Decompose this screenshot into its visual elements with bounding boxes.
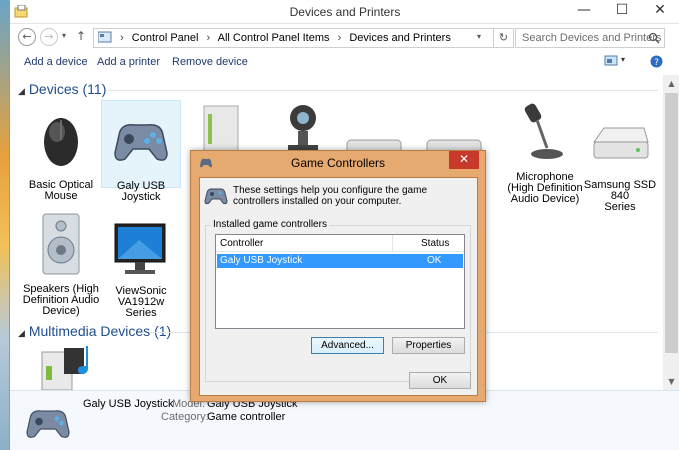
device-label: Series xyxy=(604,201,636,213)
expand-chevron-icon: ◢ xyxy=(18,86,25,96)
search-input[interactable]: Search Devices and Printers xyxy=(515,28,665,48)
device-viewsonic-monitor[interactable]: ViewSonic VA1912w Series xyxy=(101,220,181,319)
gamepad-icon xyxy=(114,123,168,161)
device-galy-usb-joystick[interactable]: Galy USB Joystick xyxy=(101,100,181,203)
search-placeholder: Search Devices and Printers xyxy=(522,32,662,44)
properties-button[interactable]: Properties xyxy=(392,337,465,354)
device-speakers[interactable]: Speakers (High Definition Audio Device) xyxy=(21,212,101,317)
scroll-up-arrow-icon[interactable]: ▲ xyxy=(663,75,679,92)
help-icon[interactable]: ? xyxy=(650,55,663,68)
add-printer-button[interactable]: Add a printer xyxy=(97,56,160,68)
device-microphone[interactable]: Microphone (High Definition Audio Device… xyxy=(505,100,585,205)
table-row[interactable]: Galy USB Joystick OK xyxy=(217,254,463,268)
column-separator xyxy=(392,235,393,252)
game-controllers-dialog: Game Controllers ✕ These settings help y… xyxy=(190,150,486,402)
list-header: Controller Status xyxy=(216,235,464,252)
multimedia-group-title: Multimedia Devices (1) xyxy=(28,323,172,339)
dialog-body: These settings help you configure the ga… xyxy=(199,177,478,396)
device-label: VA1912w Series xyxy=(117,296,165,319)
controllers-list[interactable]: Controller Status Galy USB Joystick OK xyxy=(215,234,465,329)
close-button[interactable]: ✕ xyxy=(646,0,674,22)
recent-locations-chevron-icon[interactable]: ▾ xyxy=(62,31,66,40)
gamepad-icon xyxy=(204,188,228,205)
advanced-button[interactable]: Advanced... xyxy=(311,337,384,354)
column-controller[interactable]: Controller xyxy=(220,238,263,249)
column-status[interactable]: Status xyxy=(421,238,449,249)
back-button[interactable]: ← xyxy=(18,28,36,46)
vertical-scrollbar[interactable]: ▲ ▼ xyxy=(663,75,679,390)
details-device-name: Galy USB Joystick xyxy=(83,398,174,410)
device-samsung-ssd[interactable]: Samsung SSD 840 Series xyxy=(580,108,660,213)
devices-group-title: Devices (11) xyxy=(28,81,107,97)
dialog-title: Game Controllers xyxy=(290,156,386,170)
expand-chevron-icon: ◢ xyxy=(18,328,25,338)
scroll-down-arrow-icon[interactable]: ▼ xyxy=(663,373,679,390)
dialog-intro-text: These settings help you configure the ga… xyxy=(233,185,428,207)
add-device-button[interactable]: Add a device xyxy=(24,56,88,68)
device-label: Galy USB Joystick xyxy=(116,180,166,203)
speaker-icon xyxy=(42,213,80,275)
monitor-icon xyxy=(114,223,166,274)
forward-button[interactable]: → xyxy=(40,28,58,46)
desktop-background xyxy=(0,0,9,450)
address-dropdown-chevron-icon[interactable]: ▾ xyxy=(477,32,481,41)
svg-text:?: ? xyxy=(654,58,659,68)
device-basic-optical-mouse[interactable]: Basic Optical Mouse xyxy=(21,108,101,202)
multimedia-group-header[interactable]: ◢ Multimedia Devices (1) xyxy=(18,323,171,339)
dialog-close-button[interactable]: ✕ xyxy=(449,151,479,169)
address-row: ← → ▾ ↑ › Control Panel › All Control Pa… xyxy=(10,25,679,51)
control-panel-icon xyxy=(97,31,112,43)
device-label: Mouse xyxy=(44,190,78,202)
details-category-value: Game controller xyxy=(207,411,286,423)
maximize-button[interactable]: ☐ xyxy=(608,0,636,22)
command-bar: Add a device Add a printer Remove device… xyxy=(10,51,679,75)
breadcrumb-separator: › xyxy=(206,32,211,44)
devices-group-header[interactable]: ◢ Devices (11) xyxy=(18,81,106,97)
device-label: Samsung SSD 840 xyxy=(583,179,657,202)
details-category-label: Category: xyxy=(161,411,209,423)
breadcrumb-control-panel[interactable]: Control Panel xyxy=(132,32,199,44)
group-divider xyxy=(106,90,658,91)
view-options-icon[interactable] xyxy=(604,55,618,67)
installed-controllers-label: Installed game controllers xyxy=(211,219,329,230)
view-options-chevron-icon[interactable]: ▾ xyxy=(621,55,625,64)
minimize-button[interactable]: — xyxy=(570,0,598,22)
row-status: OK xyxy=(427,255,442,266)
ssd-drive-icon xyxy=(593,127,649,159)
refresh-button[interactable]: ↻ xyxy=(494,28,514,48)
breadcrumb-devices-and-printers[interactable]: Devices and Printers xyxy=(349,32,451,44)
ok-button[interactable]: OK xyxy=(409,372,471,389)
breadcrumb-separator: › xyxy=(337,32,342,44)
breadcrumb-all-items[interactable]: All Control Panel Items xyxy=(218,32,330,44)
search-icon xyxy=(648,32,660,44)
row-controller: Galy USB Joystick xyxy=(220,255,303,266)
device-label: Audio Device) xyxy=(510,193,580,205)
title-bar: Devices and Printers — ☐ ✕ xyxy=(10,0,679,24)
mouse-icon xyxy=(44,118,78,166)
microphone-icon xyxy=(524,103,563,159)
media-device-icon[interactable] xyxy=(38,344,100,390)
device-label: Device) xyxy=(42,305,80,317)
webcam-icon xyxy=(288,105,318,151)
address-bar[interactable]: › Control Panel › All Control Panel Item… xyxy=(93,28,494,48)
gamepad-icon xyxy=(26,410,70,438)
breadcrumb-separator: › xyxy=(120,32,124,44)
remove-device-button[interactable]: Remove device xyxy=(172,56,248,68)
up-button[interactable]: ↑ xyxy=(76,29,86,43)
scroll-thumb[interactable] xyxy=(665,93,678,353)
